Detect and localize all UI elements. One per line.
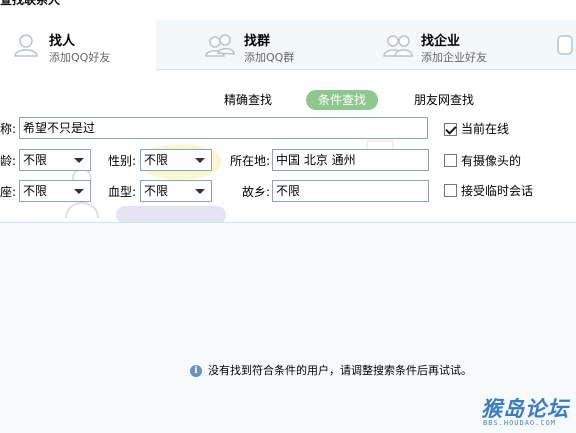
temp-chat-checkbox[interactable] [444,184,457,197]
blood-type-label: 血型: [108,185,137,199]
gender-select-value: 不限 [144,153,169,167]
zodiac-select-value: 不限 [23,184,48,198]
category-tabs: 找人 添加QQ好友 找群 添加QQ群 找企业 添加企业好友 [0,20,576,70]
group-icon [205,34,235,57]
person-icon [14,34,38,57]
online-option-label: 当前在线 [461,122,510,136]
blood-type-select-value: 不限 [144,184,169,198]
site-watermark: 猴岛论坛 BBS.HOUDAO.COM [481,393,576,433]
ghost-button-icon [116,206,226,224]
tab-find-group-title: 找群 [244,34,271,49]
tab-pengyou-search[interactable]: 朋友网查找 [408,90,480,110]
age-select-value: 不限 [23,153,48,167]
age-select[interactable]: 不限 [19,149,91,171]
age-label: 龄: [0,154,17,168]
webcam-checkbox[interactable] [444,154,457,167]
find-contacts-window: 查找联系人 找人 添加QQ好友 找群 添加QQ群 找企业 添加企业好友 精确查找… [0,0,576,433]
blood-type-select[interactable]: 不限 [140,180,212,202]
chevron-down-icon [74,189,84,194]
empty-result-message: 没有找到符合条件的用户，请调整搜索条件后再试试。 [208,364,472,377]
tab-find-group-subtitle: 添加QQ群 [244,51,295,64]
tab-find-person-subtitle: 添加QQ好友 [49,51,111,64]
tab-condition-search[interactable]: 条件查找 [306,90,378,110]
zodiac-label: 座: [0,185,17,199]
webcam-option-label: 有摄像头的 [461,154,522,168]
tab-exact-search[interactable]: 精确查找 [220,90,276,110]
zodiac-select[interactable]: 不限 [19,180,91,202]
enterprise-icon [383,35,413,57]
tab-find-enterprise[interactable]: 找企业 添加企业好友 [336,20,576,70]
gender-select[interactable]: 不限 [140,149,212,171]
chevron-down-icon [195,158,205,163]
tab-find-person-title: 找人 [49,34,76,49]
chevron-down-icon [74,158,84,163]
location-label: 所在地: [230,154,271,168]
gender-label: 性别: [108,154,137,168]
temp-chat-option-label: 接受临时会话 [461,184,534,198]
location-input[interactable]: 中国 北京 通州 [272,149,429,171]
watermark-url: BBS.HOUDAO.COM [483,419,557,427]
hometown-input[interactable]: 不限 [272,180,429,202]
chevron-down-icon [195,189,205,194]
info-icon: i [190,365,202,377]
hometown-label: 故乡: [242,185,271,199]
tab-find-group[interactable]: 找群 添加QQ群 [156,20,336,70]
tab-find-enterprise-title: 找企业 [421,34,461,49]
nickname-input[interactable]: 希望不只是过 [19,117,428,139]
window-title: 查找联系人 [0,0,61,7]
nickname-label: 称: [0,122,17,136]
online-checkbox[interactable] [444,123,457,136]
tab-find-person[interactable]: 找人 添加QQ好友 [0,20,156,70]
more-tab-icon [557,35,573,55]
tab-find-enterprise-subtitle: 添加企业好友 [421,51,487,64]
